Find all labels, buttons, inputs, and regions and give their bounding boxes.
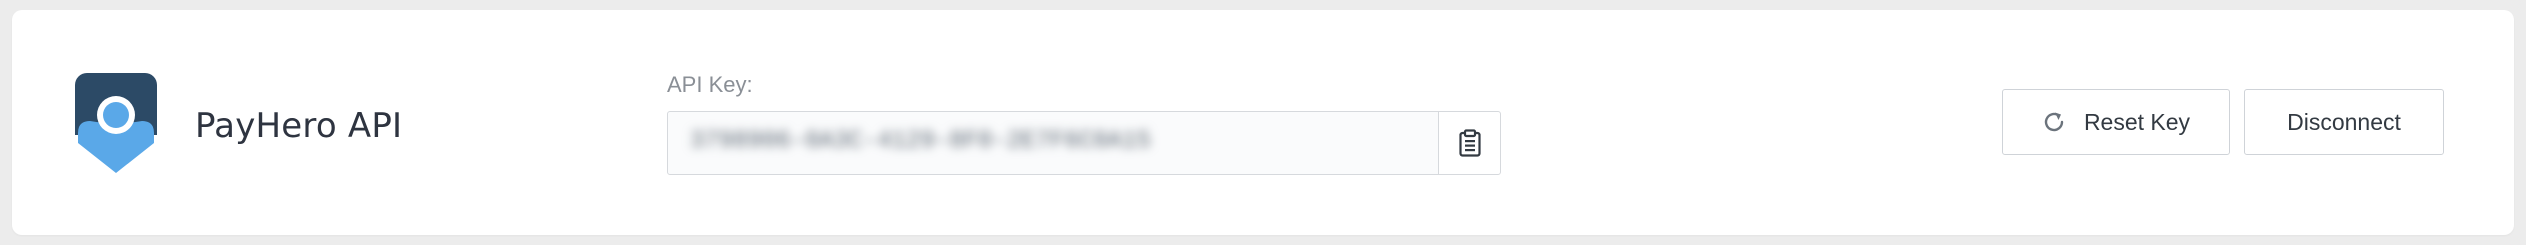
disconnect-label: Disconnect: [2287, 108, 2401, 135]
reset-key-label: Reset Key: [2083, 108, 2191, 135]
refresh-icon: [2044, 112, 2064, 132]
payhero-logo-icon: [75, 73, 157, 173]
copy-key-button[interactable]: [1438, 111, 1501, 175]
integration-card: PayHero API API Key: 3798906-0A3C-4129-8…: [12, 10, 2514, 235]
integration-name: PayHero API: [195, 106, 403, 146]
disconnect-button[interactable]: Disconnect: [2244, 89, 2444, 155]
api-key-value: 3798906-0A3C-4129-8F0-2E7F6C0A15: [690, 128, 1151, 155]
clipboard-icon: [1458, 129, 1481, 157]
api-key-field[interactable]: 3798906-0A3C-4129-8F0-2E7F6C0A15: [667, 111, 1439, 175]
api-key-label: API Key:: [667, 72, 753, 97]
reset-key-button[interactable]: Reset Key: [2002, 89, 2230, 155]
